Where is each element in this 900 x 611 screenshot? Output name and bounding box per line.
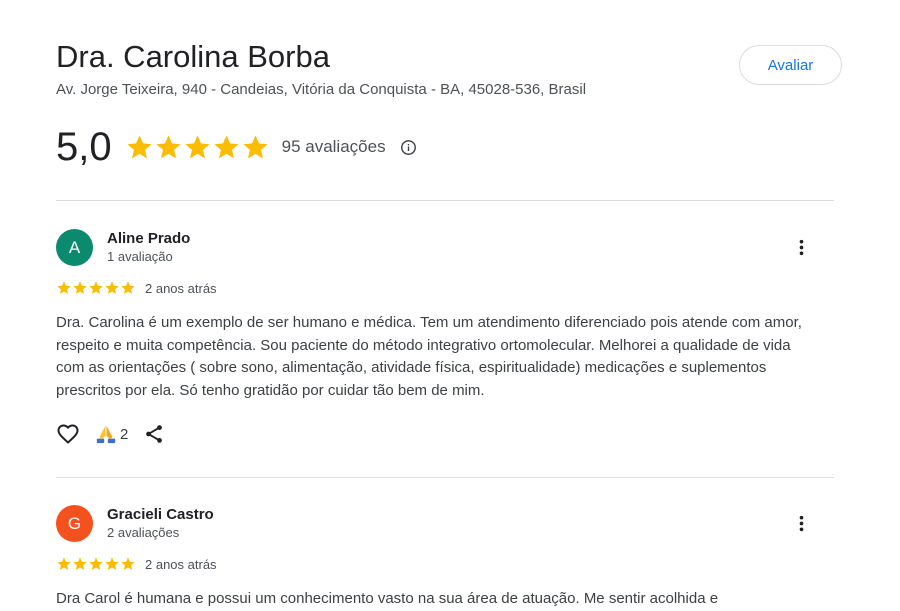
review-text: Dra. Carolina é um exemplo de ser humano… xyxy=(56,314,802,399)
reaction-button[interactable]: 2 xyxy=(95,423,128,445)
review-rating: 2 anos atrás xyxy=(56,279,217,297)
like-button[interactable] xyxy=(56,422,80,446)
review-time: 2 anos atrás xyxy=(145,280,217,296)
star-icon xyxy=(89,557,103,570)
rate-button[interactable]: Avaliar xyxy=(739,45,842,85)
place-title: Dra. Carolina Borba xyxy=(56,39,330,74)
star-icon xyxy=(243,134,268,158)
star-icon xyxy=(156,134,181,158)
reviewer-name[interactable]: Aline Prado xyxy=(107,230,190,247)
star-icon xyxy=(121,557,135,570)
reviewer-review-count: 1 avaliação xyxy=(107,249,173,264)
rating-summary: 5,0 95 avaliações xyxy=(56,122,417,172)
avatar[interactable]: A xyxy=(56,229,93,266)
star-icon xyxy=(214,134,239,158)
star-icon xyxy=(105,557,119,570)
rating-stars xyxy=(125,133,270,162)
praying-hands-icon xyxy=(96,425,116,444)
more-options-icon[interactable] xyxy=(794,235,808,259)
star-icon xyxy=(73,281,87,294)
star-icon xyxy=(185,134,210,158)
reviews-count: 95 avaliações xyxy=(281,137,386,156)
star-icon xyxy=(127,134,152,158)
review-rating: 2 anos atrás xyxy=(56,555,217,573)
more-options-icon[interactable] xyxy=(794,511,808,535)
reviewer-review-count: 2 avaliações xyxy=(107,525,180,540)
avatar[interactable]: G xyxy=(56,505,93,542)
review-stars xyxy=(56,556,136,572)
star-icon xyxy=(121,281,135,294)
place-address: Av. Jorge Teixeira, 940 - Candeias, Vitó… xyxy=(56,81,587,98)
star-icon xyxy=(73,557,87,570)
reviewer-name[interactable]: Gracieli Castro xyxy=(107,506,214,523)
reaction-count: 2 xyxy=(120,425,129,443)
review-actions: 2 xyxy=(56,422,165,446)
share-button[interactable] xyxy=(143,423,165,445)
review-stars xyxy=(56,280,136,296)
info-icon[interactable] xyxy=(400,139,417,156)
review-text: Dra Carol é humana e possui um conhecime… xyxy=(56,590,719,607)
star-icon xyxy=(105,281,119,294)
heart-icon xyxy=(57,424,79,444)
divider xyxy=(56,200,834,201)
star-icon xyxy=(89,281,103,294)
star-icon xyxy=(57,281,71,294)
star-icon xyxy=(57,557,71,570)
share-icon xyxy=(146,425,163,443)
rating-value: 5,0 xyxy=(56,125,112,169)
divider xyxy=(56,477,834,478)
review-time: 2 anos atrás xyxy=(145,556,217,572)
